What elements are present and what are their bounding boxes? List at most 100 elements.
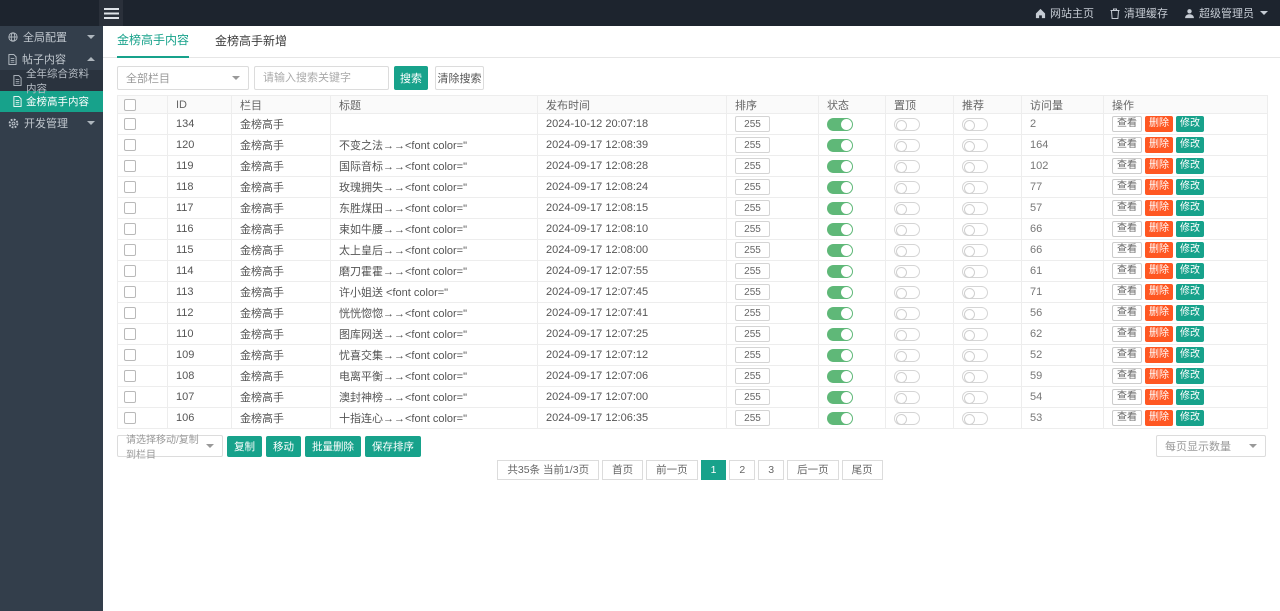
sort-input[interactable] — [735, 116, 770, 132]
row-checkbox[interactable] — [124, 412, 136, 424]
edit-button[interactable]: 修改 — [1176, 263, 1204, 279]
top-toggle[interactable] — [894, 370, 920, 383]
status-toggle[interactable] — [827, 412, 853, 425]
top-toggle[interactable] — [894, 181, 920, 194]
row-checkbox[interactable] — [124, 244, 136, 256]
row-checkbox[interactable] — [124, 286, 136, 298]
pagination-prev[interactable]: 前一页 — [646, 460, 698, 480]
sort-input[interactable] — [735, 242, 770, 258]
pagination-page-3[interactable]: 3 — [758, 460, 784, 480]
recommend-toggle[interactable] — [962, 391, 988, 404]
top-toggle[interactable] — [894, 412, 920, 425]
row-checkbox[interactable] — [124, 118, 136, 130]
view-button[interactable]: 查看 — [1112, 158, 1142, 174]
top-toggle[interactable] — [894, 223, 920, 236]
delete-button[interactable]: 删除 — [1145, 137, 1173, 153]
view-button[interactable]: 查看 — [1112, 389, 1142, 405]
pagination-page-2[interactable]: 2 — [729, 460, 755, 480]
sort-input[interactable] — [735, 200, 770, 216]
row-checkbox[interactable] — [124, 328, 136, 340]
pagination-next[interactable]: 后一页 — [787, 460, 839, 480]
view-button[interactable]: 查看 — [1112, 263, 1142, 279]
recommend-toggle[interactable] — [962, 181, 988, 194]
sort-input[interactable] — [735, 221, 770, 237]
recommend-toggle[interactable] — [962, 412, 988, 425]
sidebar-item-annual-data[interactable]: 全年综合资料内容 — [0, 70, 103, 91]
edit-button[interactable]: 修改 — [1176, 137, 1204, 153]
delete-button[interactable]: 删除 — [1145, 368, 1173, 384]
view-button[interactable]: 查看 — [1112, 326, 1142, 342]
row-checkbox[interactable] — [124, 160, 136, 172]
view-button[interactable]: 查看 — [1112, 305, 1142, 321]
pagination-page-1[interactable]: 1 — [701, 460, 727, 480]
select-all-checkbox[interactable] — [124, 99, 136, 111]
row-checkbox[interactable] — [124, 307, 136, 319]
pagination-last[interactable]: 尾页 — [842, 460, 883, 480]
view-button[interactable]: 查看 — [1112, 284, 1142, 300]
row-checkbox[interactable] — [124, 370, 136, 382]
save-sort-button[interactable]: 保存排序 — [365, 436, 421, 457]
delete-button[interactable]: 删除 — [1145, 158, 1173, 174]
sort-input[interactable] — [735, 305, 770, 321]
view-button[interactable]: 查看 — [1112, 116, 1142, 132]
top-toggle[interactable] — [894, 139, 920, 152]
sort-input[interactable] — [735, 368, 770, 384]
recommend-toggle[interactable] — [962, 244, 988, 257]
tab-gold-list-content[interactable]: 金榜高手内容 — [117, 31, 189, 58]
sort-input[interactable] — [735, 326, 770, 342]
view-button[interactable]: 查看 — [1112, 410, 1142, 426]
view-button[interactable]: 查看 — [1112, 368, 1142, 384]
delete-button[interactable]: 删除 — [1145, 347, 1173, 363]
top-toggle[interactable] — [894, 244, 920, 257]
clear-search-button[interactable]: 清除搜索 — [435, 66, 484, 90]
sidebar-item-global-config[interactable]: 全局配置 — [0, 26, 103, 48]
edit-button[interactable]: 修改 — [1176, 221, 1204, 237]
recommend-toggle[interactable] — [962, 349, 988, 362]
category-select[interactable]: 全部栏目 — [117, 66, 249, 90]
row-checkbox[interactable] — [124, 139, 136, 151]
recommend-toggle[interactable] — [962, 139, 988, 152]
sidebar-item-gold-list-content[interactable]: 金榜高手内容 — [0, 91, 103, 112]
delete-button[interactable]: 删除 — [1145, 410, 1173, 426]
top-toggle[interactable] — [894, 286, 920, 299]
recommend-toggle[interactable] — [962, 307, 988, 320]
view-button[interactable]: 查看 — [1112, 137, 1142, 153]
move-button[interactable]: 移动 — [266, 436, 301, 457]
status-toggle[interactable] — [827, 370, 853, 383]
view-button[interactable]: 查看 — [1112, 221, 1142, 237]
delete-button[interactable]: 删除 — [1145, 284, 1173, 300]
admin-user-menu[interactable]: 超级管理员 — [1184, 5, 1268, 21]
status-toggle[interactable] — [827, 139, 853, 152]
status-toggle[interactable] — [827, 223, 853, 236]
top-toggle[interactable] — [894, 160, 920, 173]
sort-input[interactable] — [735, 137, 770, 153]
sort-input[interactable] — [735, 347, 770, 363]
edit-button[interactable]: 修改 — [1176, 284, 1204, 300]
move-copy-select[interactable]: 请选择移动/复制到栏目 — [117, 435, 223, 457]
status-toggle[interactable] — [827, 244, 853, 257]
edit-button[interactable]: 修改 — [1176, 116, 1204, 132]
search-button[interactable]: 搜索 — [394, 66, 428, 90]
edit-button[interactable]: 修改 — [1176, 200, 1204, 216]
edit-button[interactable]: 修改 — [1176, 242, 1204, 258]
delete-button[interactable]: 删除 — [1145, 179, 1173, 195]
edit-button[interactable]: 修改 — [1176, 389, 1204, 405]
recommend-toggle[interactable] — [962, 265, 988, 278]
delete-button[interactable]: 删除 — [1145, 389, 1173, 405]
delete-button[interactable]: 删除 — [1145, 305, 1173, 321]
hamburger-icon[interactable] — [99, 0, 123, 26]
top-toggle[interactable] — [894, 391, 920, 404]
row-checkbox[interactable] — [124, 202, 136, 214]
clear-cache-link[interactable]: 清理缓存 — [1110, 5, 1168, 21]
recommend-toggle[interactable] — [962, 328, 988, 341]
sidebar-item-dev-management[interactable]: 开发管理 — [0, 112, 103, 134]
edit-button[interactable]: 修改 — [1176, 179, 1204, 195]
row-checkbox[interactable] — [124, 391, 136, 403]
status-toggle[interactable] — [827, 328, 853, 341]
status-toggle[interactable] — [827, 118, 853, 131]
batch-delete-button[interactable]: 批量删除 — [305, 436, 361, 457]
edit-button[interactable]: 修改 — [1176, 368, 1204, 384]
top-toggle[interactable] — [894, 265, 920, 278]
status-toggle[interactable] — [827, 349, 853, 362]
recommend-toggle[interactable] — [962, 160, 988, 173]
